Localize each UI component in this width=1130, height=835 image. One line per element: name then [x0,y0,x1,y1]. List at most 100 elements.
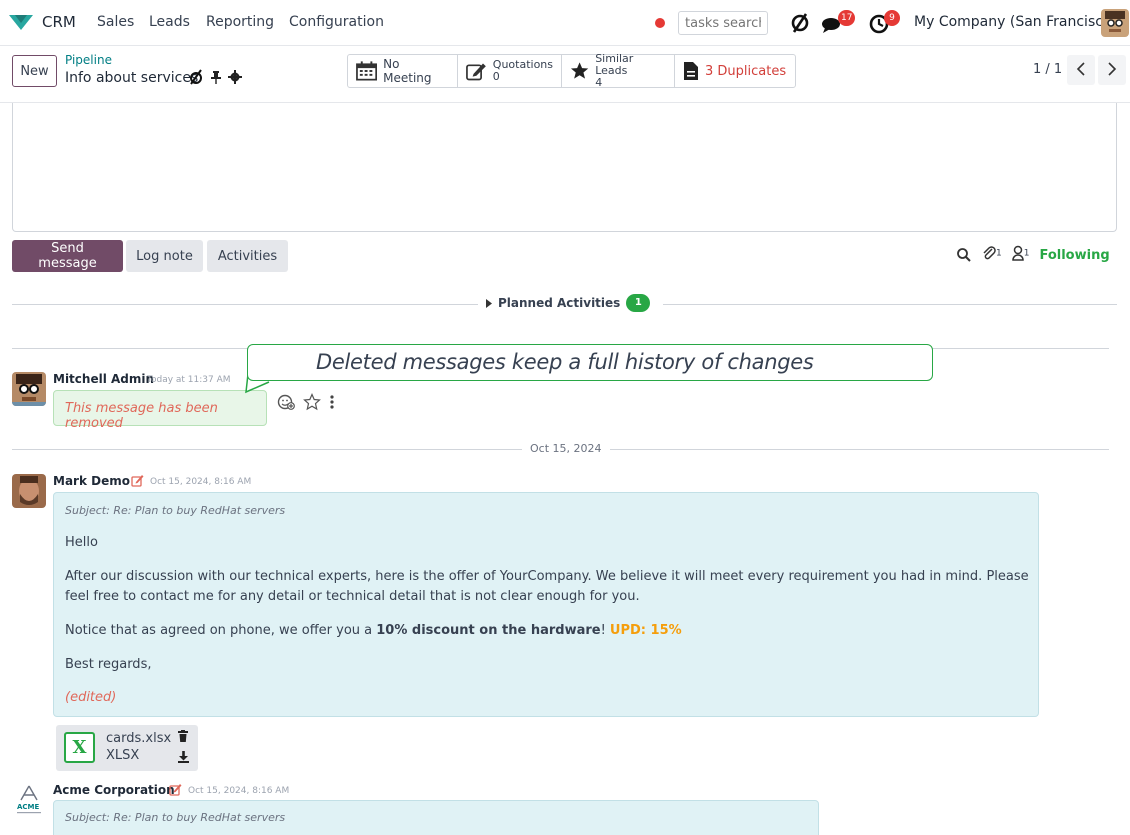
message-author[interactable]: Acme Corporation [53,783,175,797]
control-panel: New Pipeline Info about services No Meet… [0,47,1130,103]
svg-text:ACME: ACME [17,803,40,811]
app-name[interactable]: CRM [42,13,76,31]
meeting-label: No Meeting [383,57,432,85]
mark-demo-avatar-image [12,474,46,508]
star-icon [570,62,589,79]
add-reaction-icon[interactable] [277,393,295,411]
duplicates-smart-button[interactable]: 3 Duplicates [675,55,795,87]
discount-bold: 10% discount on the hardware [376,623,601,638]
removed-message-text: This message has been removed [65,401,218,431]
tooltip-callout: Deleted messages keep a full history of … [247,344,933,381]
send-message-button[interactable]: Send message [12,240,123,272]
followers-button[interactable]: 1 [1011,245,1030,265]
calendar-icon [356,61,378,81]
activities-count-badge: 9 [884,10,900,26]
company-switcher[interactable]: My Company (San Francisco) [914,14,1117,30]
excel-file-icon: X [64,732,95,763]
similar-leads-label: Similar Leads [595,52,634,77]
message-subject: Subject: Re: Plan to buy RedHat servers [65,811,286,824]
attachment-card[interactable]: X cards.xlsx XLSX [56,725,198,771]
email-message-bubble: Subject: Re: Plan to buy RedHat servers [53,800,819,835]
more-options-icon[interactable] [329,394,335,410]
gear-icon[interactable] [228,70,242,84]
message-subject: Subject: Re: Plan to buy RedHat servers [65,504,286,517]
user-avatar[interactable] [1101,9,1129,37]
quick-action-icon[interactable] [788,12,812,34]
user-icon [1011,245,1024,261]
message-timestamp: Oct 15, 2024, 8:16 AM [188,786,290,796]
following-button[interactable]: Following [1039,248,1109,263]
planned-activities-toggle[interactable]: Planned Activities 1 [486,294,651,312]
message-paragraph-discount: Notice that as agreed on phone, we offer… [65,621,1035,641]
menu-leads[interactable]: Leads [149,14,190,30]
message-closing: Best regards, [65,657,152,672]
tasks-search-input[interactable] [678,11,768,35]
caret-right-icon [486,298,492,308]
trash-icon[interactable] [178,730,188,742]
email-edit-icon [131,475,144,487]
star-outline-icon[interactable] [303,393,321,411]
messages-count-badge: 17 [838,10,856,26]
email-edit-icon [169,784,182,796]
planned-activities-label: Planned Activities [498,296,621,310]
download-icon[interactable] [178,751,189,763]
message-greeting: Hello [65,535,98,550]
email-message-bubble: Subject: Re: Plan to buy RedHat servers … [53,492,1039,717]
message-timestamp: Today at 11:37 AM [147,375,231,385]
edited-label: (edited) [65,690,117,705]
record-ai-icon[interactable] [188,69,204,85]
record-title: Info about services [65,70,199,86]
acme-corporation-avatar[interactable]: ACME [14,784,48,818]
message-actions [277,393,335,411]
quotations-smart-button[interactable]: Quotations 0 [458,55,562,87]
mitchell-admin-avatar-image [12,372,46,406]
similar-leads-info: Similar Leads 4 [595,53,666,89]
quotations-label: Quotations [492,58,553,71]
menu-reporting[interactable]: Reporting [206,14,274,30]
quotations-info: Quotations 0 [493,59,553,83]
followers-count: 1 [1023,248,1030,259]
document-icon [684,62,698,80]
planned-count-badge: 1 [626,294,651,312]
mitchell-admin-avatar[interactable] [12,372,46,406]
edit-icon [466,63,486,81]
mark-demo-avatar[interactable] [12,474,46,508]
chatter-tools: 1 1 Following [956,245,1110,265]
meeting-smart-button[interactable]: No Meeting [348,55,458,87]
paperclip-icon [983,246,996,260]
smart-buttons: No Meeting Quotations 0 Similar Leads 4 [347,53,796,89]
pin-icon[interactable] [210,70,222,84]
acme-logo-icon: ACME [17,785,41,814]
pager-next-button[interactable] [1098,55,1126,85]
discount-text: Notice that as agreed on phone, we offer… [65,623,377,638]
activities-button[interactable]: Activities [207,240,288,272]
menu-configuration[interactable]: Configuration [289,14,384,30]
discount-update: UPD: 15% [609,623,682,638]
search-icon[interactable] [956,247,972,263]
planned-divider-right [663,304,1117,305]
recording-dot-icon [655,18,665,28]
planned-divider-left [12,304,478,305]
duplicates-label: 3 Duplicates [705,63,787,79]
message-author[interactable]: Mitchell Admin [53,372,154,386]
log-note-button[interactable]: Log note [126,240,203,272]
discount-suffix: ! [600,623,610,638]
user-avatar-image [1101,9,1129,37]
chevron-left-icon [1076,61,1085,76]
attachments-count: 1 [996,248,1002,259]
chevron-right-icon [1108,61,1117,76]
message-author[interactable]: Mark Demo [53,474,130,488]
breadcrumb-pipeline[interactable]: Pipeline [65,53,112,67]
attachments-button[interactable]: 1 [982,245,1002,265]
pager-value[interactable]: 1 / 1 [1033,62,1062,77]
removed-message-bubble: This message has been removed [53,390,267,431]
quotations-count: 0 [492,70,500,83]
new-record-button[interactable]: New [12,55,57,87]
similar-leads-count: 4 [595,76,603,89]
attachment-name: cards.xlsx [106,731,172,746]
crm-app-icon[interactable] [8,12,34,34]
record-actions [188,69,242,85]
menu-sales[interactable]: Sales [97,14,134,30]
similar-leads-smart-button[interactable]: Similar Leads 4 [562,53,675,89]
pager-previous-button[interactable] [1067,55,1095,85]
